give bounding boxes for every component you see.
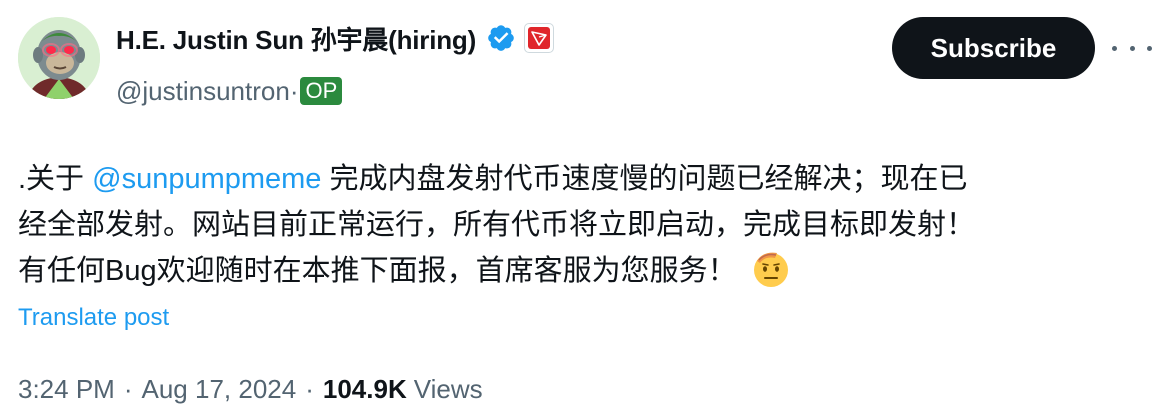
author-handle[interactable]: @justinsuntron: [116, 76, 290, 107]
verified-badge-icon[interactable]: [486, 23, 516, 53]
author-handle-row: @justinsuntron · OP: [116, 74, 343, 108]
saluting-face-emoji-icon: [753, 252, 788, 287]
post-text: .关于 @sunpumpmeme 完成内盘发射代币速度慢的问题已经解决；现在已 …: [18, 156, 1148, 294]
post-text-line-3-text: 有任何Bug欢迎随时在本推下面报，首席客服为您服务！: [18, 255, 737, 287]
more-dot: [1112, 45, 1117, 51]
post-text-prefix: .关于: [18, 163, 93, 195]
post-text-line-3: 有任何Bug欢迎随时在本推下面报，首席客服为您服务！: [18, 248, 1148, 294]
post-text-line-1-rest: 完成内盘发射代币速度慢的问题已经解决；现在已: [321, 163, 968, 195]
meta-separator: ·: [123, 374, 133, 404]
post-time[interactable]: 3:24 PM: [18, 374, 115, 405]
tron-affiliate-badge[interactable]: [524, 23, 555, 53]
tron-logo-icon: [528, 27, 551, 49]
translate-post-link[interactable]: Translate post: [18, 304, 169, 332]
ape-avatar-icon: [18, 17, 100, 99]
author-name-row: H.E. Justin Sun 孙宇晨(hiring): [116, 20, 555, 57]
views-count[interactable]: 104.9K: [323, 374, 407, 405]
author-display-name[interactable]: H.E. Justin Sun 孙宇晨(hiring): [116, 20, 476, 57]
avatar[interactable]: [18, 17, 100, 99]
handle-separator: ·: [289, 75, 299, 106]
post-text-line-1: .关于 @sunpumpmeme 完成内盘发射代币速度慢的问题已经解决；现在已: [18, 156, 1148, 202]
subscribe-button[interactable]: Subscribe: [892, 17, 1095, 79]
more-dot: [1147, 45, 1152, 51]
more-dot: [1129, 45, 1135, 51]
op-badge: OP: [300, 77, 343, 105]
post-date[interactable]: Aug 17, 2024: [142, 374, 297, 405]
post-text-line-2: 经全部发射。网站目前正常运行，所有代币将立即启动，完成目标即发射！: [18, 209, 976, 241]
more-options-icon[interactable]: [1112, 34, 1152, 62]
views-label: Views: [413, 374, 483, 404]
post-meta-row: 3:24 PM · Aug 17, 2024 · 104.9K Views: [18, 374, 483, 405]
meta-separator: ·: [305, 374, 314, 404]
mention-link[interactable]: @sunpumpmeme: [92, 163, 321, 195]
